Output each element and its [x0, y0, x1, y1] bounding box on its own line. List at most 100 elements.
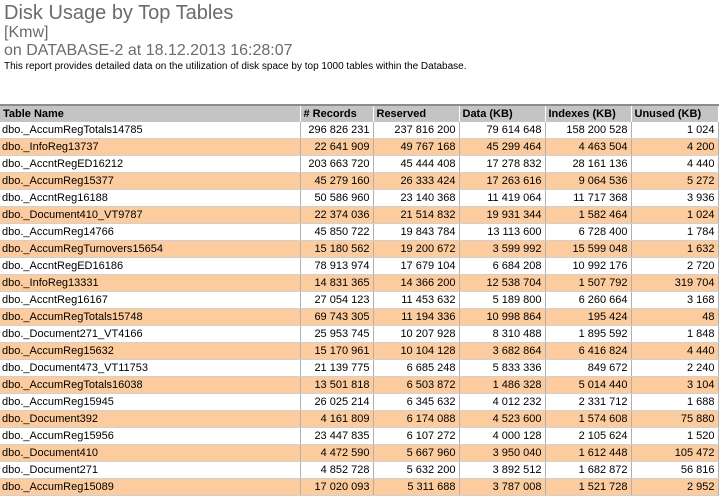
unused-cell: 319 704 [631, 274, 719, 292]
reserved-cell: 17 679 104 [373, 257, 460, 275]
records-cell: 4 852 728 [300, 461, 374, 479]
unused-cell: 1 688 [631, 393, 719, 411]
indexes-cell: 10 992 176 [545, 257, 632, 275]
column-header-data[interactable]: Data (KB) [459, 104, 546, 122]
reserved-cell: 6 107 272 [373, 427, 460, 445]
unused-cell: 2 720 [631, 257, 719, 275]
indexes-cell: 2 331 712 [545, 393, 632, 411]
table-name-cell: dbo._AccntRegED16212 [0, 155, 301, 173]
data-cell: 5 833 336 [459, 359, 546, 377]
reserved-cell: 19 843 784 [373, 223, 460, 241]
report-database-name: [Kmw] [4, 24, 49, 41]
column-header-table-name[interactable]: Table Name [0, 104, 301, 122]
table-name-cell: dbo._InfoReg13331 [0, 274, 301, 292]
reserved-cell: 6 345 632 [373, 393, 460, 411]
records-cell: 15 170 961 [300, 342, 374, 360]
unused-cell: 3 104 [631, 376, 719, 394]
indexes-cell: 1 612 448 [545, 444, 632, 462]
column-header-unused[interactable]: Unused (KB) [631, 104, 719, 122]
unused-cell: 1 848 [631, 325, 719, 343]
data-cell: 8 310 488 [459, 325, 546, 343]
indexes-cell: 11 717 368 [545, 189, 632, 207]
reserved-cell: 10 207 928 [373, 325, 460, 343]
records-cell: 296 826 231 [300, 122, 374, 139]
table-name-cell: dbo._AccumRegTotals16038 [0, 376, 301, 394]
data-cell: 3 892 512 [459, 461, 546, 479]
data-cell: 17 263 616 [459, 172, 546, 190]
unused-cell: 3 168 [631, 291, 719, 309]
table-name-cell: dbo._Document473_VT11753 [0, 359, 301, 377]
records-cell: 15 180 562 [300, 240, 374, 258]
records-cell: 50 586 960 [300, 189, 374, 207]
indexes-cell: 158 200 528 [545, 122, 632, 139]
data-cell: 3 787 008 [459, 478, 546, 496]
reserved-cell: 5 311 688 [373, 478, 460, 496]
unused-cell: 4 440 [631, 342, 719, 360]
table-name-cell: dbo._AccntRegED16186 [0, 257, 301, 275]
table-row: dbo._Document473_VT11753 21 139 775 6 685 … [0, 359, 719, 377]
table-name-cell: dbo._AccumRegTotals14785 [0, 122, 301, 139]
table-row: dbo._AccumRegTotals15748 69 743 305 11 194… [0, 308, 719, 326]
unused-cell: 5 272 [631, 172, 719, 190]
table-row: dbo._InfoReg13331 14 831 365 14 366 200 12 … [0, 274, 719, 292]
report-server-timestamp: on DATABASE-2 at 18.12.2013 16:28:07 [4, 42, 293, 59]
table-row: dbo._AccumRegTotals16038 13 501 818 6 503 … [0, 376, 719, 394]
indexes-cell: 1 682 872 [545, 461, 632, 479]
table-name-cell: dbo._AccumReg15945 [0, 393, 301, 411]
table-row: dbo._AccumReg15377 45 279 160 26 333 424 17… [0, 172, 719, 190]
table-name-cell: dbo._AccumReg15377 [0, 172, 301, 190]
table-name-cell: dbo._InfoReg13737 [0, 138, 301, 156]
reserved-cell: 10 104 128 [373, 342, 460, 360]
table-row: dbo._AccntReg16167 27 054 123 11 453 632 5 … [0, 291, 719, 309]
reserved-cell: 21 514 832 [373, 206, 460, 224]
data-cell: 4 000 128 [459, 427, 546, 445]
table-name-cell: dbo._AccntReg16167 [0, 291, 301, 309]
data-cell: 3 682 864 [459, 342, 546, 360]
data-cell: 3 950 040 [459, 444, 546, 462]
records-cell: 14 831 365 [300, 274, 374, 292]
data-cell: 79 614 648 [459, 122, 546, 139]
report-description: This report provides detailed data on th… [4, 61, 467, 72]
unused-cell: 1 520 [631, 427, 719, 445]
unused-cell: 2 952 [631, 478, 719, 496]
table-row: dbo._InfoReg13737 22 641 909 49 767 168 45 … [0, 138, 719, 156]
table-name-cell: dbo._Document410_VT9787 [0, 206, 301, 224]
data-cell: 11 419 064 [459, 189, 546, 207]
table-name-cell: dbo._AccumReg14766 [0, 223, 301, 241]
table-name-cell: dbo._AccumReg15956 [0, 427, 301, 445]
table-row: dbo._AccntRegED16212 203 663 720 45 444 40… [0, 155, 719, 173]
table-row: dbo._AccumReg15945 26 025 214 6 345 632 4 0… [0, 393, 719, 411]
table-row: dbo._Document410_VT9787 22 374 036 21 514 … [0, 206, 719, 224]
table-row: dbo._AccntRegED16186 78 913 974 17 679 104… [0, 257, 719, 275]
records-cell: 78 913 974 [300, 257, 374, 275]
unused-cell: 56 816 [631, 461, 719, 479]
indexes-cell: 6 416 824 [545, 342, 632, 360]
unused-cell: 48 [631, 308, 719, 326]
indexes-cell: 195 424 [545, 308, 632, 326]
indexes-cell: 1 521 728 [545, 478, 632, 496]
unused-cell: 1 784 [631, 223, 719, 241]
data-cell: 12 538 704 [459, 274, 546, 292]
data-cell: 45 299 464 [459, 138, 546, 156]
data-cell: 4 012 232 [459, 393, 546, 411]
column-header-indexes[interactable]: Indexes (KB) [545, 104, 632, 122]
data-cell: 10 998 864 [459, 308, 546, 326]
column-header-reserved[interactable]: Reserved [373, 104, 460, 122]
indexes-cell: 28 161 136 [545, 155, 632, 173]
reserved-cell: 45 444 408 [373, 155, 460, 173]
unused-cell: 2 240 [631, 359, 719, 377]
table-row: dbo._AccumRegTotals14785 296 826 231 237 8… [0, 122, 719, 139]
table-row: dbo._Document271 4 852 728 5 632 200 3 892 … [0, 461, 719, 479]
records-cell: 4 161 809 [300, 410, 374, 428]
data-cell: 17 278 832 [459, 155, 546, 173]
reserved-cell: 6 174 088 [373, 410, 460, 428]
reserved-cell: 14 366 200 [373, 274, 460, 292]
reserved-cell: 23 140 368 [373, 189, 460, 207]
records-cell: 22 641 909 [300, 138, 374, 156]
table-row: dbo._AccntReg16188 50 586 960 23 140 368 11… [0, 189, 719, 207]
reserved-cell: 19 200 672 [373, 240, 460, 258]
table-row: dbo._Document392 4 161 809 6 174 088 4 523 … [0, 410, 719, 428]
records-cell: 22 374 036 [300, 206, 374, 224]
column-header-records[interactable]: # Records [300, 104, 374, 122]
reserved-cell: 26 333 424 [373, 172, 460, 190]
